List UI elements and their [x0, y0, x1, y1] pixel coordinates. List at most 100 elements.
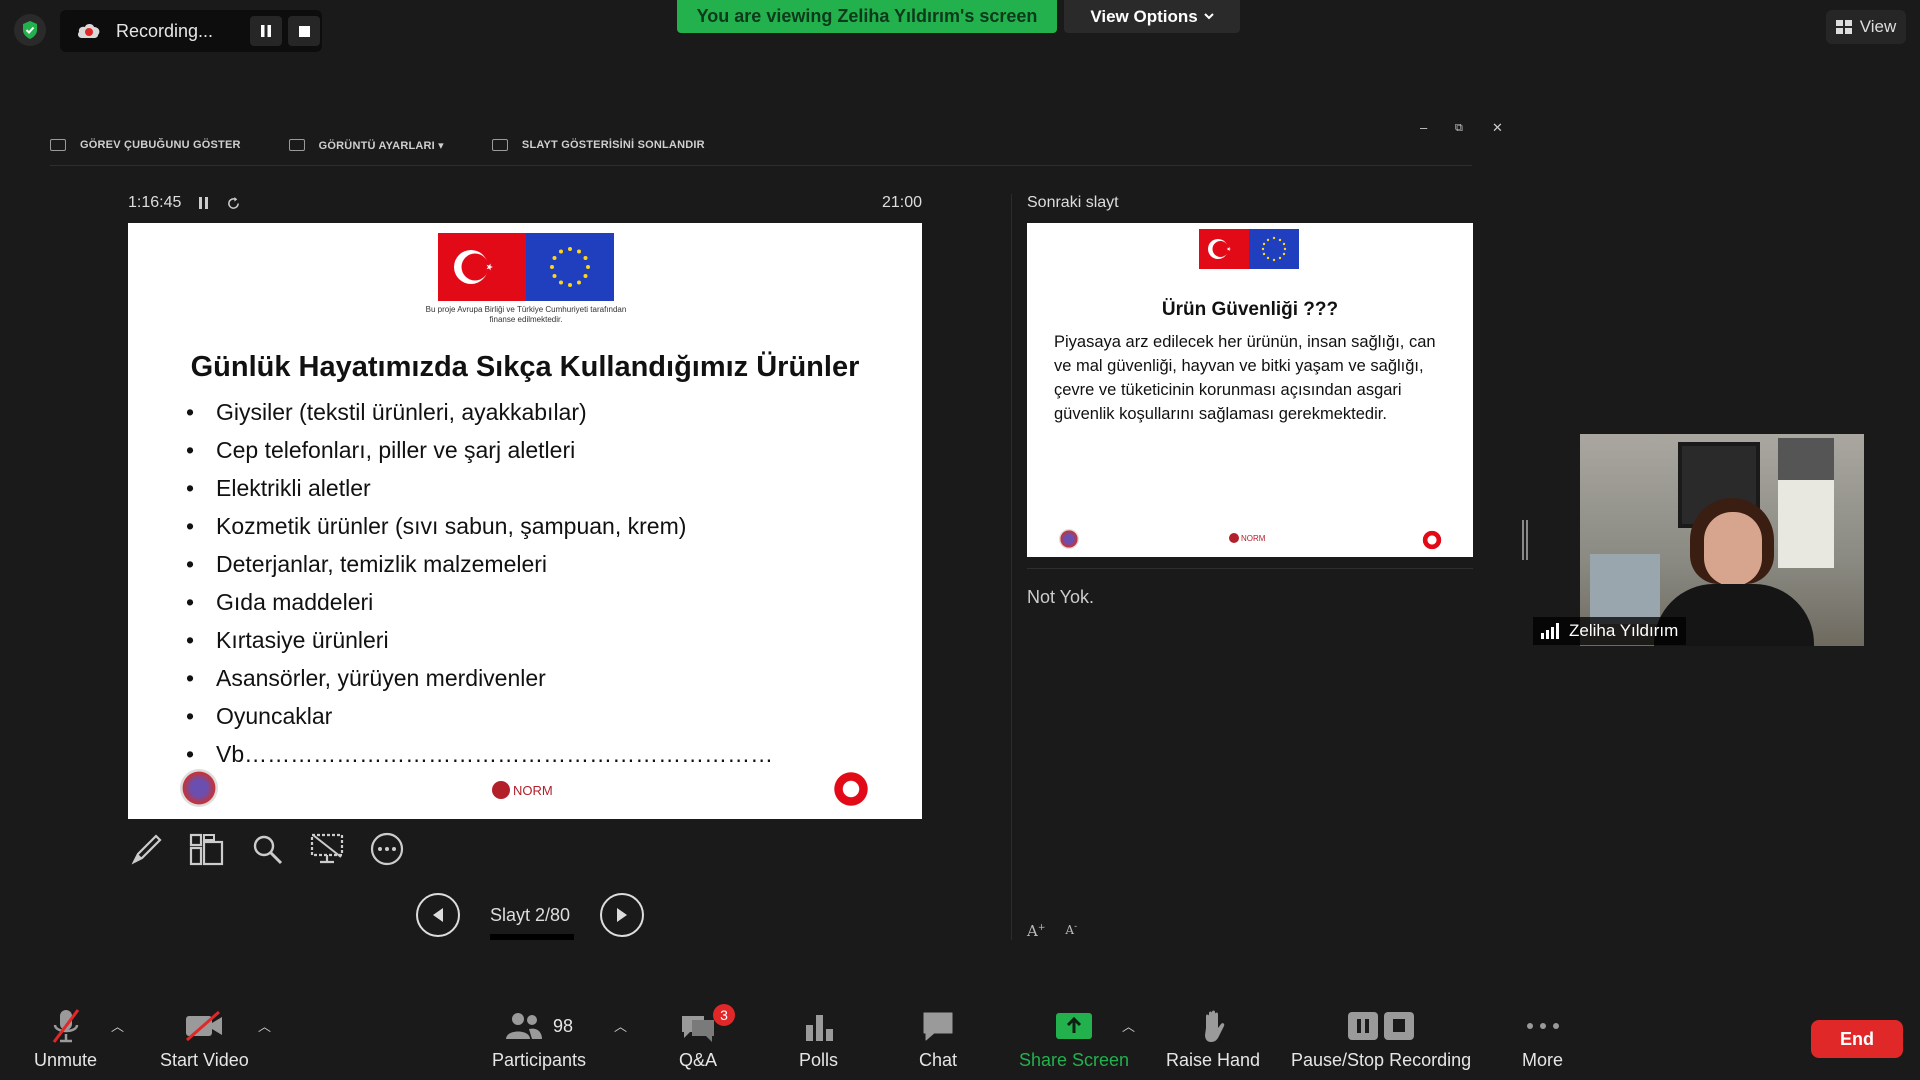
- pen-tool-button[interactable]: [128, 830, 166, 868]
- participants-icon-wrap: 98: [505, 1006, 573, 1046]
- next-slide-button[interactable]: [600, 893, 645, 937]
- more-options-icon: [370, 832, 404, 866]
- video-options-caret[interactable]: ︿: [258, 1016, 271, 1035]
- zoom-slide-button[interactable]: [248, 830, 286, 868]
- participant-face: [1704, 512, 1762, 586]
- ministry-logo: [831, 769, 871, 809]
- norm-logo-text: NORM: [513, 782, 553, 798]
- qa-label: Q&A: [678, 1050, 717, 1070]
- flags-logo: [438, 233, 614, 303]
- bullet-item: Cep telefonları, piller ve şarj aletleri: [186, 431, 773, 469]
- participant-video[interactable]: [1580, 434, 1864, 646]
- decrease-font-button[interactable]: A-: [1065, 922, 1077, 940]
- speaker-notes: Not Yok.: [1027, 587, 1095, 607]
- end-slideshow-icon: [491, 139, 508, 151]
- more-label: More: [1522, 1050, 1564, 1070]
- bullet-item: Giysiler (tekstil ürünleri, ayakkabılar): [186, 393, 773, 431]
- participants-count: 98: [553, 1015, 574, 1036]
- cfcu-logo: [1059, 529, 1079, 549]
- minimize-window-button[interactable]: –: [1420, 120, 1427, 135]
- previous-slide-button[interactable]: [416, 893, 460, 937]
- view-layout-button[interactable]: View: [1826, 10, 1906, 44]
- bullet-list: Giysiler (tekstil ürünleri, ayakkabılar)…: [186, 393, 773, 773]
- chevron-down-icon: [1203, 13, 1214, 20]
- unmute-button[interactable]: Unmute: [34, 1006, 97, 1071]
- see-all-slides-button[interactable]: [188, 830, 226, 868]
- audio-options-caret[interactable]: ︿: [111, 1016, 124, 1035]
- share-screen-icon: [1055, 1006, 1093, 1046]
- reset-timer-icon[interactable]: [227, 196, 240, 210]
- clock: 21:00: [882, 194, 923, 211]
- end-slideshow-label: SLAYT GÖSTERİSİNİ SONLANDIR: [521, 139, 705, 151]
- turkey-flag: [438, 233, 526, 301]
- pause-stop-recording-button[interactable]: Pause/Stop Recording: [1291, 1006, 1471, 1071]
- view-options-button[interactable]: View Options: [1064, 0, 1240, 33]
- video-panel-resize-handle[interactable]: [1522, 520, 1528, 560]
- raise-hand-button[interactable]: Raise Hand: [1166, 1006, 1260, 1071]
- notes-divider: [1027, 568, 1473, 569]
- display-settings-icon: [288, 139, 305, 151]
- pause-timer-icon[interactable]: [199, 197, 209, 209]
- slide-title: Günlük Hayatımızda Sıkça Kullandığımız Ü…: [190, 351, 860, 383]
- font-size-controls: A+ A-: [1027, 922, 1077, 940]
- end-meeting-button[interactable]: End: [1811, 1020, 1903, 1058]
- more-button[interactable]: More: [1522, 1006, 1563, 1071]
- participant-name-tag: Zeliha Yıldırım: [1533, 617, 1687, 645]
- display-settings-button[interactable]: GÖRÜNTÜ AYARLARI ▾: [288, 139, 444, 152]
- recording-label: Recording...: [116, 20, 214, 41]
- video-off-icon: [183, 1006, 225, 1046]
- slide-progress-bar: [490, 933, 574, 940]
- presenter-tools: [128, 830, 406, 868]
- pause-icon: [1348, 1012, 1379, 1040]
- bullet-item: Oyuncaklar: [186, 697, 773, 735]
- restore-window-button[interactable]: ⧉: [1455, 122, 1463, 135]
- show-taskbar-button[interactable]: GÖREV ÇUBUĞUNU GÖSTER: [50, 139, 241, 151]
- pause-recording-button[interactable]: [250, 16, 282, 46]
- presenter-toolbar: GÖREV ÇUBUĞUNU GÖSTER GÖRÜNTÜ AYARLARI ▾…: [50, 130, 1490, 160]
- share-options-caret[interactable]: ︿: [1122, 1016, 1135, 1035]
- bullet-item: Gıda maddeleri: [186, 583, 773, 621]
- security-shield[interactable]: [14, 14, 46, 46]
- close-window-button[interactable]: ✕: [1492, 120, 1503, 136]
- share-screen-button[interactable]: Share Screen: [1019, 1006, 1129, 1071]
- next-slide-title: Ürün Güvenliği ???: [1161, 299, 1339, 320]
- qa-badge: 3: [713, 1004, 735, 1026]
- eu-flag: [526, 233, 614, 301]
- participant-name: Zeliha Yıldırım: [1569, 621, 1679, 640]
- slide-navigation: Slayt 2/80: [416, 893, 645, 940]
- meeting-controls-bar: [0, 990, 1920, 1080]
- next-slide-label: Sonraki slayt: [1027, 194, 1119, 211]
- end-slideshow-button[interactable]: SLAYT GÖSTERİSİNİ SONLANDIR: [491, 139, 705, 151]
- participants-options-caret[interactable]: ︿: [614, 1016, 627, 1035]
- toolbar-divider: [50, 165, 1472, 166]
- black-screen-button[interactable]: [308, 830, 346, 868]
- polls-button[interactable]: Polls: [799, 1006, 838, 1071]
- chat-label: Chat: [919, 1050, 958, 1070]
- pane-divider[interactable]: [1011, 194, 1012, 940]
- funding-caption: Bu proje Avrupa Birliği ve Türkiye Cumhu…: [425, 305, 627, 324]
- chat-icon: [920, 1006, 956, 1046]
- raise-hand-label: Raise Hand: [1166, 1050, 1261, 1070]
- start-video-button[interactable]: Start Video: [160, 1006, 249, 1071]
- participants-label: Participants: [492, 1050, 587, 1070]
- calendar-photo: [1778, 438, 1834, 480]
- pause-stop-label: Pause/Stop Recording: [1291, 1050, 1472, 1070]
- elapsed-time: 1:16:45: [128, 194, 182, 211]
- signal-strength-icon: [1541, 623, 1559, 639]
- participants-button[interactable]: 98 Participants: [492, 1006, 586, 1071]
- slide-counter-text: Slayt 2/80: [490, 904, 571, 925]
- stop-icon: [1384, 1012, 1415, 1040]
- norm-logo-text: NORM: [1241, 533, 1266, 543]
- more-slideshow-options-button[interactable]: [368, 830, 406, 868]
- viewing-banner: You are viewing Zeliha Yıldırım's screen: [677, 0, 1057, 33]
- stop-recording-button[interactable]: [288, 16, 320, 46]
- bullet-item: Vb……………………………………………………………: [186, 735, 773, 773]
- norm-logo: NORM: [1229, 533, 1265, 543]
- bullet-item: Elektrikli aletler: [186, 469, 773, 507]
- increase-font-button[interactable]: A+: [1027, 922, 1045, 940]
- zoom-icon: [253, 835, 283, 865]
- pause-stop-icons: [1347, 1006, 1415, 1046]
- chat-button[interactable]: Chat: [919, 1006, 957, 1071]
- qa-button[interactable]: Q&A: [678, 1006, 718, 1071]
- show-taskbar-label: GÖREV ÇUBUĞUNU GÖSTER: [80, 139, 241, 151]
